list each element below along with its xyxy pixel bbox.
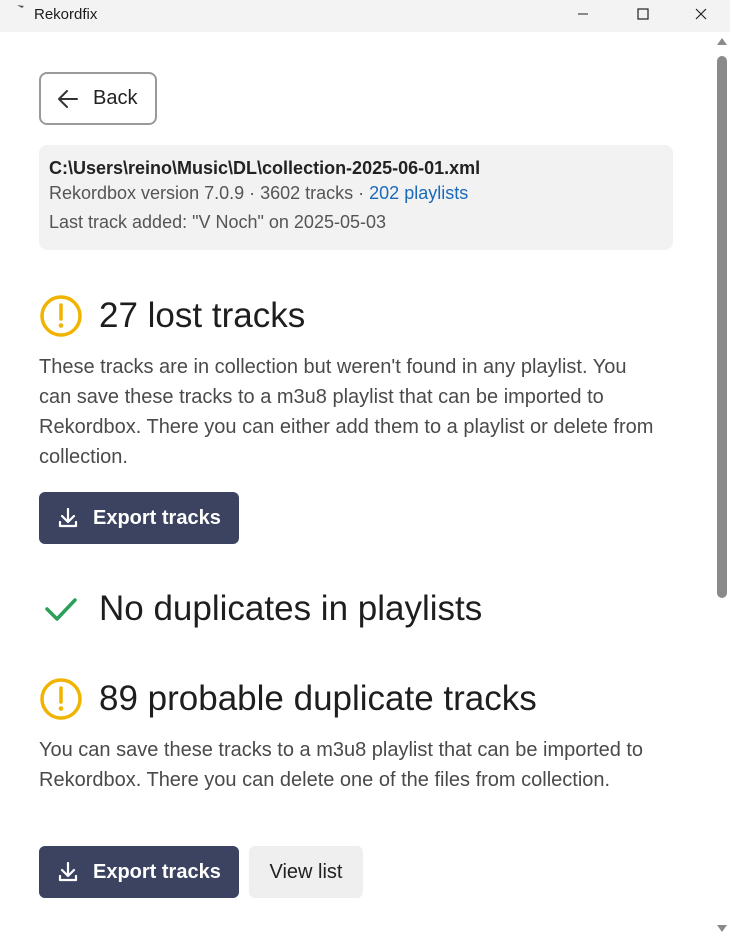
playlist-duplicates-heading: No duplicates in playlists: [39, 587, 482, 631]
export-duplicates-label: Export tracks: [93, 860, 221, 883]
title-bar: Rekordfix: [0, 0, 730, 32]
playlists-link[interactable]: 202 playlists: [369, 183, 468, 203]
arrow-left-icon: [58, 89, 78, 108]
vertical-scrollbar[interactable]: [714, 32, 730, 936]
download-icon: [58, 861, 78, 882]
warning-icon: [39, 294, 83, 338]
download-icon: [58, 507, 78, 528]
close-button[interactable]: [678, 0, 724, 28]
probable-duplicates-description: You can save these tracks to a m3u8 play…: [39, 739, 644, 791]
last-track-added: Last track added: "V Noch" on 2025-05-03: [49, 212, 386, 232]
view-list-label: View list: [269, 860, 343, 883]
back-button[interactable]: Back: [39, 72, 157, 125]
probable-duplicates-title: 89 probable duplicate tracks: [99, 679, 537, 718]
export-duplicates-button[interactable]: Export tracks: [39, 846, 239, 898]
check-icon: [39, 587, 83, 631]
playlist-duplicates-title: No duplicates in playlists: [99, 589, 483, 628]
scroll-up-arrow-icon[interactable]: [717, 38, 727, 45]
collection-stats: Rekordbox version 7.0.9 · 3602 tracks · …: [49, 179, 663, 208]
back-button-label: Back: [93, 87, 138, 109]
collection-info-card: C:\Users\reino\Music\DL\collection-2025-…: [39, 145, 673, 250]
window-title: Rekordfix: [34, 6, 98, 23]
probable-duplicates-heading: 89 probable duplicate tracks: [39, 677, 537, 721]
export-lost-tracks-label: Export tracks: [93, 506, 221, 529]
collection-version-text: Rekordbox version 7.0.9 · 3602 tracks ·: [49, 183, 370, 203]
minimize-icon: [578, 13, 588, 15]
close-icon: [695, 8, 707, 20]
scroll-down-arrow-icon[interactable]: [717, 925, 727, 932]
warning-icon: [39, 677, 83, 721]
view-list-button[interactable]: View list: [249, 846, 363, 898]
export-lost-tracks-button[interactable]: Export tracks: [39, 492, 239, 544]
scroll-thumb[interactable]: [717, 56, 727, 598]
collection-path: C:\Users\reino\Music\DL\collection-2025-…: [49, 158, 481, 178]
lost-tracks-description: These tracks are in collection but weren…: [39, 356, 654, 468]
lost-tracks-title: 27 lost tracks: [99, 296, 306, 335]
maximize-icon: [637, 8, 649, 20]
minimize-button[interactable]: [560, 0, 606, 28]
app-icon: [17, 5, 24, 8]
maximize-button[interactable]: [620, 0, 666, 28]
lost-tracks-heading: 27 lost tracks: [39, 294, 305, 338]
